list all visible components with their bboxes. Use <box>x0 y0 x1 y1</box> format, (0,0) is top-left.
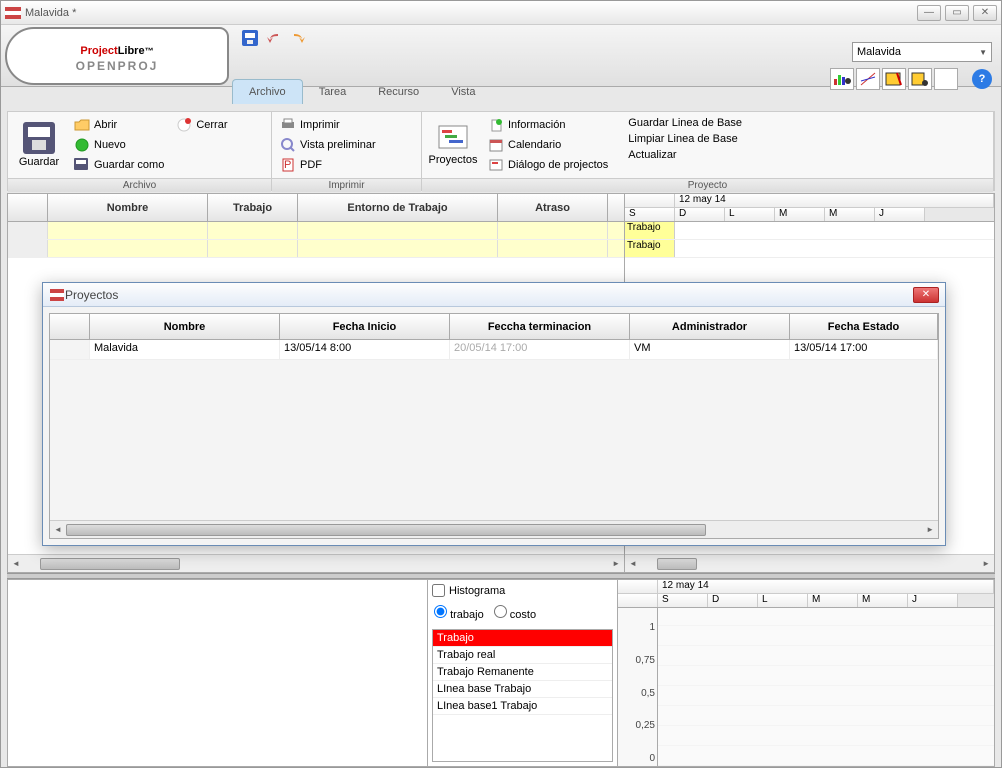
costo-radio[interactable]: costo <box>494 605 536 621</box>
new-icon <box>74 137 90 153</box>
dcol-nombre[interactable]: Nombre <box>90 314 280 339</box>
dialog-title: Proyectos <box>65 288 913 302</box>
preview-icon <box>280 137 296 153</box>
trabajo-radio[interactable]: trabajo <box>434 605 484 621</box>
guardar-linea-button[interactable]: Guardar Linea de Base <box>624 116 746 130</box>
list-item[interactable]: Trabajo <box>433 630 612 647</box>
dcol-estado[interactable]: Fecha Estado <box>790 314 938 339</box>
measure-list[interactable]: Trabajo Trabajo real Trabajo Remanente L… <box>432 629 613 762</box>
dcol-index[interactable] <box>50 314 90 339</box>
guardar-button[interactable]: Guardar <box>12 116 66 174</box>
chart-timeline-header: 12 may 14 S D L M M J <box>618 580 994 608</box>
limpiar-linea-button[interactable]: Limpiar Linea de Base <box>624 132 746 146</box>
group-label-imprimir: Imprimir <box>272 178 421 192</box>
pdf-icon: P <box>280 157 296 173</box>
grid-headers: Nombre Trabajo Entorno de Trabajo Atraso <box>8 194 624 222</box>
redo-icon[interactable] <box>289 29 307 47</box>
minimize-button[interactable]: — <box>917 5 941 21</box>
resource-view-icon[interactable] <box>882 68 906 90</box>
save-icon <box>23 122 55 154</box>
help-button[interactable]: ? <box>972 69 992 89</box>
undo-icon[interactable] <box>265 29 283 47</box>
histogram-grid[interactable] <box>8 580 427 766</box>
tab-archivo[interactable]: Archivo <box>232 79 303 104</box>
save-as-icon <box>74 157 90 173</box>
guardar-como-button[interactable]: Guardar como <box>70 156 168 174</box>
histogram-controls: Histograma trabajo costo Trabajo Trabajo… <box>427 580 617 766</box>
info-icon <box>488 117 504 133</box>
proyectos-button[interactable]: Proyectos <box>426 116 480 174</box>
col-atraso[interactable]: Atraso <box>498 194 608 221</box>
imprimir-button[interactable]: Imprimir <box>276 116 380 134</box>
svg-text:P: P <box>284 159 291 171</box>
calendario-button[interactable]: Calendario <box>484 136 612 154</box>
pdf-button[interactable]: PPDF <box>276 156 380 174</box>
plot-area[interactable] <box>658 608 994 766</box>
lower-left: Histograma trabajo costo Trabajo Trabajo… <box>8 580 618 766</box>
dialog-titlebar[interactable]: Proyectos ✕ <box>43 283 945 307</box>
maximize-button[interactable]: ▭ <box>945 5 969 21</box>
list-item[interactable]: Trabajo real <box>433 647 612 664</box>
dcol-terminacion[interactable]: Feccha terminacion <box>450 314 630 339</box>
nuevo-button[interactable]: Nuevo <box>70 136 168 154</box>
abrir-button[interactable]: Abrir <box>70 116 168 134</box>
dialog-headers: Nombre Fecha Inicio Feccha terminacion A… <box>50 314 938 340</box>
dialog-icon <box>488 157 504 173</box>
project-selector[interactable]: Malavida <box>852 42 992 62</box>
tab-vista[interactable]: Vista <box>435 80 491 104</box>
dcol-inicio[interactable]: Fecha Inicio <box>280 314 450 339</box>
lower-right: 12 may 14 S D L M M J 1 0,75 <box>618 580 994 766</box>
save-icon[interactable] <box>241 29 259 47</box>
ribbon: Guardar Abrir Nuevo Guardar como Cerrar … <box>7 111 995 191</box>
histograma-checkbox[interactable]: Histograma <box>432 584 613 597</box>
dialogo-button[interactable]: Diálogo de projectos <box>484 156 612 174</box>
view-toolbar: ? <box>830 68 992 90</box>
projects-icon <box>437 124 469 152</box>
dialog-body: Nombre Fecha Inicio Feccha terminacion A… <box>49 313 939 539</box>
ribbon-tabs: Archivo Tarea Recurso Vista <box>232 76 491 104</box>
list-item[interactable]: LInea base1 Trabajo <box>433 698 612 715</box>
dialog-icon <box>49 287 65 303</box>
lower-pane: Histograma trabajo costo Trabajo Trabajo… <box>7 579 995 767</box>
cerrar-button[interactable]: Cerrar <box>172 116 231 134</box>
grid-scrollbar[interactable] <box>8 554 624 572</box>
tab-recurso[interactable]: Recurso <box>362 80 435 104</box>
calendar-icon <box>488 137 504 153</box>
tab-tarea[interactable]: Tarea <box>303 80 363 104</box>
col-nombre[interactable]: Nombre <box>48 194 208 221</box>
chart-view-icon[interactable] <box>830 68 854 90</box>
col-entorno[interactable]: Entorno de Trabajo <box>298 194 498 221</box>
vista-preliminar-button[interactable]: Vista preliminar <box>276 136 380 154</box>
group-label-proyecto: Proyecto <box>422 178 993 192</box>
list-item[interactable]: LInea base Trabajo <box>433 681 612 698</box>
proyectos-dialog: Proyectos ✕ Nombre Fecha Inicio Feccha t… <box>42 282 946 546</box>
list-item[interactable]: Trabajo Remanente <box>433 664 612 681</box>
print-icon <box>280 117 296 133</box>
logo: ProjectLibre™ OPENPROJ <box>5 27 229 85</box>
close-file-icon <box>176 117 192 133</box>
quick-access-toolbar <box>233 29 315 47</box>
app-icon <box>5 7 21 19</box>
close-button[interactable]: ✕ <box>973 5 997 21</box>
titlebar: Malavida * — ▭ ✕ <box>1 1 1001 25</box>
report-view-icon[interactable] <box>908 68 932 90</box>
group-label-archivo: Archivo <box>8 178 271 192</box>
col-index[interactable] <box>8 194 48 221</box>
blank-view-icon[interactable] <box>934 68 958 90</box>
y-axis: 1 0,75 0,5 0,25 0 <box>618 608 658 766</box>
gantt-scrollbar[interactable] <box>625 554 994 572</box>
dialog-scrollbar[interactable]: ◄ ► <box>50 520 938 538</box>
informacion-button[interactable]: Información <box>484 116 612 134</box>
dcol-admin[interactable]: Administrador <box>630 314 790 339</box>
col-trabajo[interactable]: Trabajo <box>208 194 298 221</box>
timeline-header: 12 may 14 S D L M M J <box>625 194 994 222</box>
network-view-icon[interactable] <box>856 68 880 90</box>
actualizar-button[interactable]: Actualizar <box>624 148 746 162</box>
table-row[interactable]: Malavida 13/05/14 8:00 20/05/14 17:00 VM… <box>50 340 938 360</box>
window-title: Malavida * <box>25 7 917 19</box>
folder-open-icon <box>74 117 90 133</box>
histogram-chart: 1 0,75 0,5 0,25 0 <box>618 608 994 766</box>
dialog-close-button[interactable]: ✕ <box>913 287 939 303</box>
